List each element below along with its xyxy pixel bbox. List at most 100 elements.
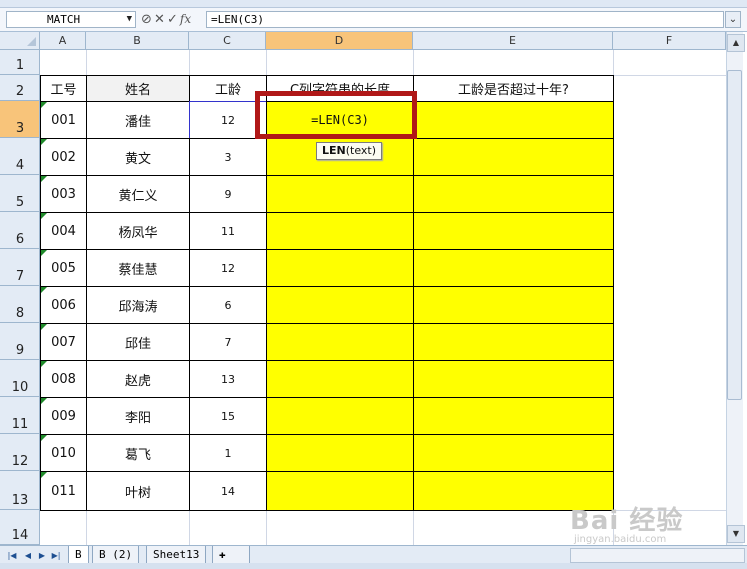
- table-cell-name-r3[interactable]: 黄仁义: [86, 175, 190, 213]
- row-header-8[interactable]: 8: [0, 286, 40, 323]
- table-cell-id-r9[interactable]: 009: [40, 397, 87, 435]
- table-cell-id-r1[interactable]: 001: [40, 101, 87, 139]
- table-cell-over-ten-r10[interactable]: [413, 434, 614, 472]
- first-sheet-icon[interactable]: |◀: [6, 550, 18, 562]
- table-cell-name-r6[interactable]: 邱海涛: [86, 286, 190, 324]
- cell-text: 008: [51, 371, 76, 387]
- table-cell-length-r8[interactable]: [266, 360, 414, 398]
- tooltip-function[interactable]: LEN: [322, 144, 346, 157]
- table-cell-seniority-r3[interactable]: 9: [189, 175, 267, 213]
- name-box[interactable]: MATCH ▼: [6, 11, 136, 28]
- prev-sheet-icon[interactable]: ◀: [22, 550, 34, 562]
- horizontal-scrollbar[interactable]: [570, 548, 745, 563]
- select-all-corner[interactable]: [0, 32, 40, 50]
- row-header-2[interactable]: 2: [0, 75, 40, 101]
- table-cell-seniority-r8[interactable]: 13: [189, 360, 267, 398]
- row-header-14[interactable]: 14: [0, 510, 40, 545]
- error-indicator-icon: [41, 472, 47, 478]
- table-cell-seniority-r4[interactable]: 11: [189, 212, 267, 250]
- column-header-e[interactable]: E: [413, 32, 613, 50]
- table-cell-seniority-r6[interactable]: 6: [189, 286, 267, 324]
- table-cell-name-r2[interactable]: 黄文: [86, 138, 190, 176]
- last-sheet-icon[interactable]: ▶|: [50, 550, 62, 562]
- row-header-12[interactable]: 12: [0, 434, 40, 471]
- table-cell-over-ten-r9[interactable]: [413, 397, 614, 435]
- row-header-11[interactable]: 11: [0, 397, 40, 434]
- table-cell-id-r5[interactable]: 005: [40, 249, 87, 287]
- table-cell-id-r2[interactable]: 002: [40, 138, 87, 176]
- function-tooltip[interactable]: LEN(text): [316, 142, 382, 160]
- column-header-c[interactable]: C: [189, 32, 266, 50]
- table-cell-seniority-r11[interactable]: 14: [189, 471, 267, 511]
- insert-function-icon[interactable]: fx: [179, 11, 192, 27]
- table-cell-length-r9[interactable]: [266, 397, 414, 435]
- table-cell-id-r3[interactable]: 003: [40, 175, 87, 213]
- expand-formula-bar-icon[interactable]: ⌄: [725, 11, 741, 28]
- column-header-a[interactable]: A: [40, 32, 86, 50]
- chevron-down-icon[interactable]: ▼: [127, 12, 132, 27]
- table-cell-seniority-r2[interactable]: 3: [189, 138, 267, 176]
- name-box-value: MATCH: [47, 13, 81, 26]
- table-cell-name-r1[interactable]: 潘佳: [86, 101, 190, 139]
- header-cell-id[interactable]: 工号: [40, 75, 87, 102]
- row-header-13[interactable]: 13: [0, 471, 40, 510]
- table-cell-length-r7[interactable]: [266, 323, 414, 361]
- column-header-f[interactable]: F: [613, 32, 726, 50]
- row-header-1[interactable]: 1: [0, 50, 40, 75]
- row-header-3[interactable]: 3: [0, 101, 40, 138]
- row-header-7[interactable]: 7: [0, 249, 40, 286]
- table-cell-id-r6[interactable]: 006: [40, 286, 87, 324]
- error-indicator-icon: [41, 102, 47, 108]
- table-cell-name-r4[interactable]: 杨凤华: [86, 212, 190, 250]
- cancel-circle-icon[interactable]: ⊘: [140, 12, 153, 28]
- row-header-6[interactable]: 6: [0, 212, 40, 249]
- cell-text: 004: [51, 223, 76, 239]
- table-cell-length-r4[interactable]: [266, 212, 414, 250]
- row-header-9[interactable]: 9: [0, 323, 40, 360]
- cancel-icon[interactable]: ✕: [153, 12, 166, 28]
- table-cell-name-r5[interactable]: 蔡佳慧: [86, 249, 190, 287]
- vertical-scroll-thumb[interactable]: [727, 70, 742, 400]
- row-header-4[interactable]: 4: [0, 138, 40, 175]
- table-cell-over-ten-r7[interactable]: [413, 323, 614, 361]
- table-cell-seniority-r7[interactable]: 7: [189, 323, 267, 361]
- error-indicator-icon: [41, 176, 47, 182]
- table-cell-over-ten-r4[interactable]: [413, 212, 614, 250]
- cell-text: 009: [51, 408, 76, 424]
- table-cell-length-r6[interactable]: [266, 286, 414, 324]
- table-cell-id-r8[interactable]: 008: [40, 360, 87, 398]
- header-cell-name[interactable]: 姓名: [86, 75, 190, 102]
- table-cell-over-ten-r1[interactable]: [413, 101, 614, 139]
- table-cell-over-ten-r6[interactable]: [413, 286, 614, 324]
- table-cell-name-r11[interactable]: 叶树: [86, 471, 190, 511]
- table-cell-over-ten-r8[interactable]: [413, 360, 614, 398]
- table-cell-over-ten-r2[interactable]: [413, 138, 614, 176]
- header-cell-over-ten[interactable]: 工龄是否超过十年?: [413, 75, 614, 102]
- table-cell-name-r7[interactable]: 邱佳: [86, 323, 190, 361]
- enter-icon[interactable]: ✓: [166, 12, 179, 28]
- table-cell-over-ten-r5[interactable]: [413, 249, 614, 287]
- formula-input[interactable]: =LEN(C3): [206, 11, 724, 28]
- column-header-b[interactable]: B: [86, 32, 189, 50]
- table-cell-id-r7[interactable]: 007: [40, 323, 87, 361]
- table-cell-length-r5[interactable]: [266, 249, 414, 287]
- table-cell-seniority-r10[interactable]: 1: [189, 434, 267, 472]
- column-header-d[interactable]: D: [266, 32, 413, 50]
- row-header-10[interactable]: 10: [0, 360, 40, 397]
- table-cell-id-r10[interactable]: 010: [40, 434, 87, 472]
- table-cell-id-r4[interactable]: 004: [40, 212, 87, 250]
- table-cell-name-r8[interactable]: 赵虎: [86, 360, 190, 398]
- cell-text: 001: [51, 112, 76, 128]
- table-cell-seniority-r5[interactable]: 12: [189, 249, 267, 287]
- table-cell-length-r11[interactable]: [266, 471, 414, 511]
- scroll-up-icon[interactable]: ▲: [727, 34, 745, 52]
- table-cell-length-r3[interactable]: [266, 175, 414, 213]
- next-sheet-icon[interactable]: ▶: [36, 550, 48, 562]
- table-cell-seniority-r9[interactable]: 15: [189, 397, 267, 435]
- table-cell-name-r9[interactable]: 李阳: [86, 397, 190, 435]
- table-cell-name-r10[interactable]: 葛飞: [86, 434, 190, 472]
- table-cell-length-r10[interactable]: [266, 434, 414, 472]
- row-header-5[interactable]: 5: [0, 175, 40, 212]
- table-cell-id-r11[interactable]: 011: [40, 471, 87, 511]
- table-cell-over-ten-r3[interactable]: [413, 175, 614, 213]
